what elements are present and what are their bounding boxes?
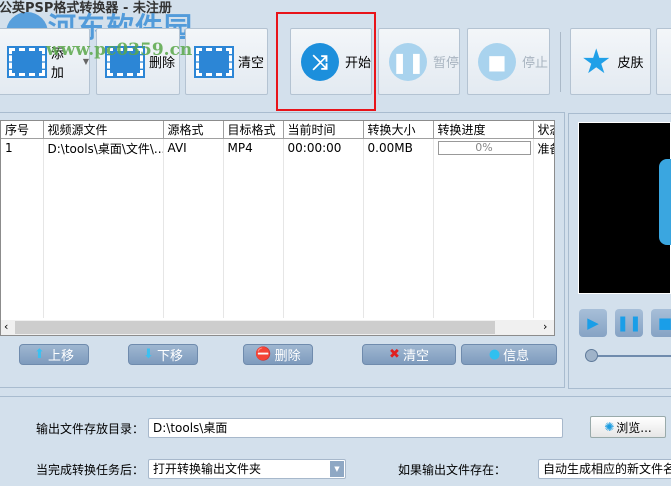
list-clear-button[interactable]: ✖ 清空 (362, 344, 456, 365)
file-exists-select[interactable]: 自动生成相应的新文件名 (538, 459, 671, 479)
col-size[interactable]: 转换大小 (363, 121, 434, 139)
stop-icon: ■ (478, 42, 516, 81)
skin-button[interactable]: ★ 皮肤 (570, 28, 651, 95)
scroll-thumb[interactable] (15, 321, 495, 334)
delete-button[interactable]: 删除 (96, 28, 180, 95)
video-preview (578, 122, 671, 294)
pause-button[interactable]: ❚❚ 暂停 (378, 28, 460, 95)
table-row[interactable]: 1 D:\tools\桌面\文件\... AVI MP4 00:00:00 0.… (1, 138, 554, 158)
output-dir-label: 输出文件存放目录： (36, 422, 145, 436)
after-complete-label: 当完成转换任务后： (36, 463, 145, 477)
seek-handle[interactable] (585, 349, 598, 362)
clear-button[interactable]: 清空 (185, 28, 268, 95)
col-src-format[interactable]: 源格式 (163, 121, 224, 139)
stop-preview-button[interactable]: ■ (651, 309, 671, 337)
col-time[interactable]: 当前时间 (283, 121, 364, 139)
progress-bar: 0% (437, 141, 531, 156)
arrow-up-icon: ⬆ (34, 347, 45, 362)
seek-slider[interactable] (591, 355, 671, 357)
highlight-box (276, 12, 376, 111)
info-button[interactable]: ● 信息 (461, 344, 557, 365)
film-add-icon (7, 45, 47, 78)
arrow-down-icon: ⬇ (143, 347, 154, 362)
star-icon: ★ (581, 41, 612, 82)
file-table[interactable]: 序号 视频源文件 源格式 目标格式 当前时间 转换大小 转换进度 状态 1 D:… (0, 120, 555, 336)
browse-button[interactable]: ✺ 浏览... (590, 416, 666, 438)
list-delete-button[interactable]: ⛔ 删除 (243, 344, 313, 365)
col-file[interactable]: 视频源文件 (43, 121, 164, 139)
move-up-button[interactable]: ⬆ 上移 (19, 344, 89, 365)
play-icon: ▶ (587, 314, 599, 332)
pause-icon: ❚❚ (389, 42, 427, 81)
film-clear-icon (194, 45, 234, 78)
scroll-right-icon[interactable]: › (543, 320, 547, 333)
preview-logo (659, 159, 671, 245)
stop-icon: ■ (657, 314, 671, 332)
col-index[interactable]: 序号 (1, 121, 44, 139)
after-complete-select[interactable]: 打开转换输出文件夹 ▼ (148, 459, 346, 479)
table-header: 序号 视频源文件 源格式 目标格式 当前时间 转换大小 转换进度 状态 (1, 121, 554, 139)
play-button[interactable]: ▶ (579, 309, 607, 337)
file-exists-label: 如果输出文件存在： (398, 463, 507, 477)
scroll-left-icon[interactable]: ‹ (4, 320, 8, 333)
aperture-icon: ✺ (604, 420, 615, 434)
stop-button[interactable]: ■ 停止 (467, 28, 550, 95)
col-status[interactable]: 状态 (533, 121, 554, 139)
watermark-url: www.pc0359.cn (46, 40, 193, 60)
output-dir-input[interactable]: D:\tools\桌面 (148, 418, 563, 438)
move-down-button[interactable]: ⬇ 下移 (128, 344, 198, 365)
add-button[interactable]: 添加 ▼ (0, 28, 90, 95)
pause-preview-button[interactable]: ❚❚ (615, 309, 643, 337)
pause-icon: ❚❚ (616, 314, 642, 332)
col-dst-format[interactable]: 目标格式 (223, 121, 284, 139)
horizontal-scrollbar[interactable]: ‹ › (1, 320, 554, 335)
toolbar-divider (560, 32, 561, 92)
chevron-down-icon[interactable]: ▼ (330, 461, 344, 477)
divider (0, 396, 671, 397)
minus-circle-icon: ⛔ (255, 347, 272, 362)
more-button[interactable] (656, 28, 671, 95)
x-icon: ✖ (389, 347, 400, 362)
col-progress[interactable]: 转换进度 (433, 121, 534, 139)
search-icon: ● (488, 347, 501, 362)
